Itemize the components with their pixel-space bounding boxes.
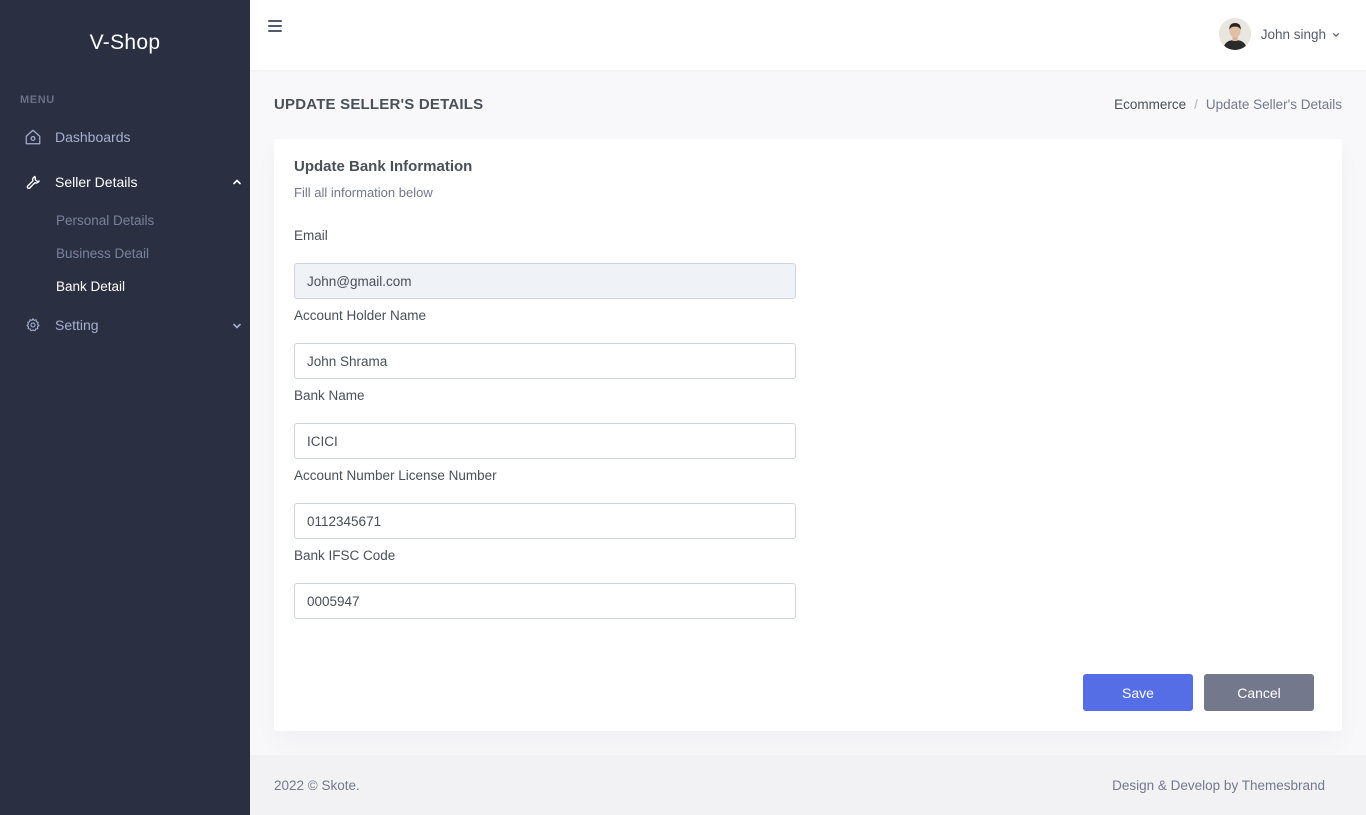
cancel-button[interactable]: Cancel [1204,674,1314,711]
card-description: Fill all information below [294,185,433,200]
footer-credit: Design & Develop by Themesbrand [1112,777,1325,793]
footer: 2022 © Skote. Design & Develop by Themes… [250,755,1366,815]
account-holder-form-group: Account Holder Name [294,308,796,379]
chevron-up-icon [232,159,242,204]
footer-copyright: 2022 © Skote. [274,777,360,793]
breadcrumb-separator: / [1194,96,1198,112]
ifsc-code-input[interactable] [294,583,796,619]
chevron-down-icon [232,303,242,348]
gear-icon [24,316,42,334]
save-button[interactable]: Save [1083,674,1193,711]
sidebar-item-label: Dashboards [55,128,131,145]
menu-title: MENU [20,94,55,106]
sidebar-subitem-bank-detail[interactable]: Bank Detail [0,270,250,303]
sidebar-subitem-business-detail[interactable]: Business Detail [0,237,250,270]
menu-toggle-icon[interactable] [268,20,284,36]
email-field[interactable] [294,263,796,299]
sidebar-item-label: Seller Details [55,173,138,190]
brand-logo[interactable]: V-Shop [0,0,250,70]
user-dropdown[interactable]: John singh [1218,18,1340,50]
seller-details-submenu: Personal Details Business Detail Bank De… [0,204,250,303]
breadcrumb: Ecommerce / Update Seller's Details [1114,97,1342,112]
sidebar-subitem-personal-details[interactable]: Personal Details [0,204,250,237]
breadcrumb-item-ecommerce[interactable]: Ecommerce [1114,97,1186,112]
avatar[interactable] [1218,18,1251,50]
page-title-bar: UPDATE SELLER'S DETAILS Ecommerce / Upda… [274,90,1342,118]
page-title: UPDATE SELLER'S DETAILS [274,95,484,113]
email-label: Email [294,228,328,243]
sidebar-item-setting[interactable]: Setting [0,303,250,346]
account-holder-label: Account Holder Name [294,308,427,323]
bank-info-card: Update Bank Information Fill all informa… [274,139,1342,731]
topbar: John singh [250,0,1366,70]
email-form-group: Email [294,228,796,299]
user-name: John singh [1260,26,1326,42]
home-icon [24,128,42,146]
card-title: Update Bank Information [294,158,473,175]
wrench-icon [24,173,42,191]
sidebar-item-dashboards[interactable]: Dashboards [0,114,250,159]
chevron-down-icon [1332,27,1340,42]
bank-name-form-group: Bank Name [294,388,796,459]
account-number-form-group: Account Number License Number [294,468,796,539]
breadcrumb-item-current: Update Seller's Details [1205,96,1342,112]
account-number-label: Account Number License Number [294,468,497,483]
account-holder-name-input[interactable] [294,343,796,379]
ifsc-form-group: Bank IFSC Code [294,548,796,619]
sidebar-item-label: Setting [55,316,99,333]
sidebar-item-seller-details[interactable]: Seller Details [0,159,250,204]
bank-name-label: Bank Name [294,388,365,403]
ifsc-label: Bank IFSC Code [294,548,396,563]
sidebar: V-Shop MENU Dashboards Seller Details Pe… [0,0,250,815]
account-number-input[interactable] [294,503,796,539]
bank-name-input[interactable] [294,423,796,459]
